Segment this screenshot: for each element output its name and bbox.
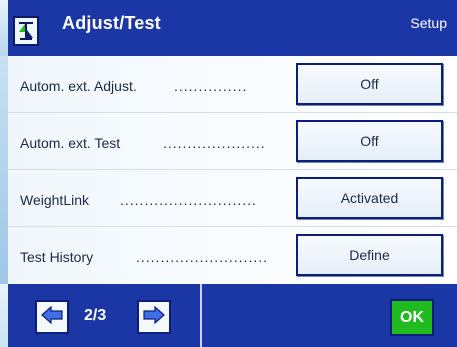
- setting-dots: ...........................: [136, 249, 269, 265]
- setting-dots: ...............: [174, 78, 248, 94]
- footer-divider: [200, 284, 202, 347]
- footer-bar: 2/3 OK: [0, 284, 457, 347]
- setting-label: WeightLink: [20, 192, 90, 208]
- page-title: Adjust/Test: [62, 13, 161, 33]
- setting-value-button[interactable]: Off: [296, 120, 443, 162]
- left-arrow-icon: [41, 305, 63, 329]
- setting-dots: .....................: [163, 135, 266, 151]
- content-left-strip: [0, 56, 8, 284]
- header-bar: Adjust/Test Setup: [0, 0, 457, 56]
- next-page-button[interactable]: [137, 300, 171, 334]
- section-label: Setup: [410, 15, 447, 31]
- settings-panel: Autom. ext. Adjust. ............... Off …: [0, 56, 457, 284]
- page-indicator: 2/3: [84, 307, 107, 324]
- ok-button[interactable]: OK: [390, 299, 434, 336]
- setting-row: Autom. ext. Test ..................... O…: [8, 113, 457, 170]
- setting-value-button[interactable]: Off: [296, 63, 443, 105]
- footer-left-strip: [0, 284, 8, 347]
- left-accent-strip: [0, 0, 8, 56]
- setting-dots: ............................: [120, 192, 257, 208]
- setting-value-button[interactable]: Activated: [296, 177, 443, 219]
- right-arrow-icon: [143, 305, 165, 329]
- balance-icon: [13, 16, 39, 46]
- setting-row: Test History ...........................…: [8, 227, 457, 284]
- setting-row: Autom. ext. Adjust. ............... Off: [8, 56, 457, 113]
- adjust-test-screen: Adjust/Test Setup Autom. ext. Adjust. ..…: [0, 0, 457, 347]
- setting-value-button[interactable]: Define: [296, 234, 443, 276]
- setting-row: WeightLink ............................ …: [8, 170, 457, 227]
- setting-label: Test History: [20, 249, 94, 265]
- setting-label: Autom. ext. Test: [20, 135, 121, 151]
- setting-label: Autom. ext. Adjust.: [20, 78, 137, 94]
- prev-page-button[interactable]: [35, 300, 69, 334]
